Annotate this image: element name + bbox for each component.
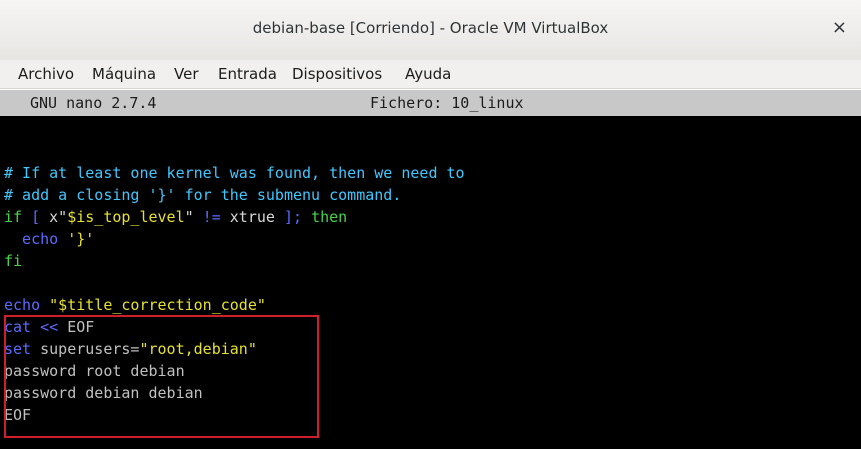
code-token: # add a closing '}' for the submenu comm…	[4, 186, 402, 204]
nano-header-bar: GNU nano 2.7.4 Fichero: 10_linux	[0, 90, 861, 116]
menu-dispositivos[interactable]: Dispositivos	[292, 65, 382, 83]
nano-filename: Fichero: 10_linux	[370, 94, 524, 112]
code-token: "	[184, 208, 194, 226]
code-line: fi	[4, 250, 22, 272]
vm-display[interactable]: GNU nano 2.7.4 Fichero: 10_linux # If at…	[0, 90, 861, 449]
code-line: echo "$title_correction_code"	[4, 294, 266, 316]
code-token: '}'	[67, 230, 95, 248]
menu-maquina[interactable]: Máquina	[92, 65, 156, 83]
close-icon[interactable]: ×	[832, 17, 847, 38]
code-token: if	[4, 208, 23, 226]
code-line: echo '}'	[4, 228, 94, 250]
code-token: echo	[4, 296, 50, 314]
code-token: xtrue	[229, 208, 275, 226]
code-token: $is_top_level	[67, 208, 185, 226]
code-token: # If at least one kernel was found, then…	[4, 164, 465, 182]
menu-entrada[interactable]: Entrada	[218, 65, 277, 83]
window-titlebar: debian-base [Corriendo] - Oracle VM Virt…	[0, 0, 861, 61]
code-line: if [ x"$is_top_level" != xtrue ]; then	[4, 206, 347, 228]
menu-archivo[interactable]: Archivo	[18, 65, 74, 83]
code-token: [	[22, 208, 50, 226]
code-line: # add a closing '}' for the submenu comm…	[4, 184, 401, 206]
highlight-annotation-box	[4, 315, 319, 438]
code-token: ];	[274, 208, 312, 226]
code-token: then	[311, 208, 348, 226]
code-line: # If at least one kernel was found, then…	[4, 162, 465, 184]
window-title: debian-base [Corriendo] - Oracle VM Virt…	[252, 19, 609, 37]
menubar: Archivo Máquina Ver Entrada Dispositivos…	[0, 60, 861, 89]
code-token: !=	[193, 208, 230, 226]
menu-ver[interactable]: Ver	[174, 65, 199, 83]
code-token: echo	[4, 230, 68, 248]
code-token: "$title_correction_code"	[49, 296, 266, 314]
code-token: x"	[49, 208, 68, 226]
code-token: fi	[4, 252, 23, 270]
nano-version: GNU nano 2.7.4	[30, 94, 157, 112]
menu-ayuda[interactable]: Ayuda	[405, 65, 451, 83]
